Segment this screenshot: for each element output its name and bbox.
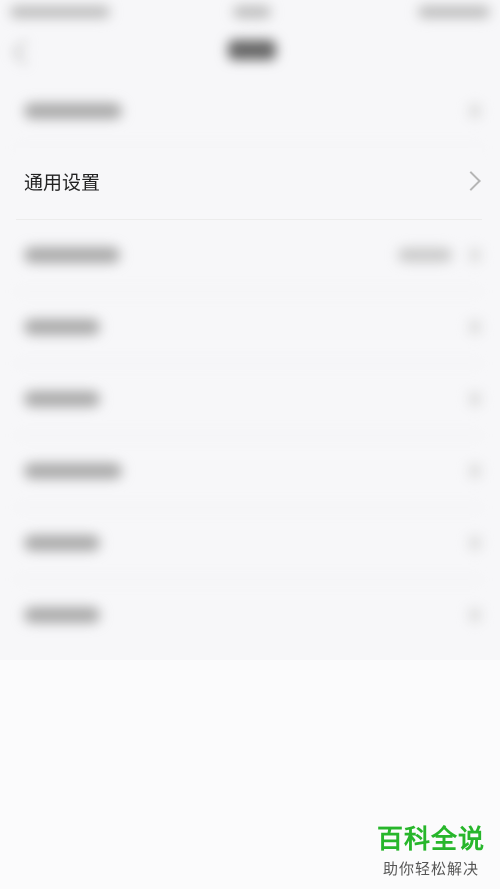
settings-row-label	[24, 319, 100, 335]
chevron-right-icon	[470, 536, 480, 550]
settings-row-6[interactable]	[16, 436, 482, 508]
battery-indicator	[418, 6, 490, 18]
settings-row-label	[24, 535, 100, 551]
settings-row-8[interactable]	[16, 580, 482, 652]
settings-row-label	[24, 247, 120, 263]
settings-row-5[interactable]	[16, 364, 482, 436]
settings-row-general[interactable]: 通用设置	[16, 148, 482, 220]
back-arrow-icon[interactable]	[12, 40, 37, 65]
nav-bar	[0, 30, 500, 74]
carrier-signal	[10, 6, 110, 18]
status-time	[233, 6, 271, 18]
watermark-tagline: 助你轻松解决	[382, 860, 479, 878]
settings-row-4[interactable]	[16, 292, 482, 364]
chevron-right-icon	[470, 248, 480, 262]
status-bar	[0, 0, 500, 26]
settings-row-label	[24, 391, 100, 407]
chevron-right-icon	[470, 608, 480, 622]
settings-list: 通用设置	[0, 76, 500, 652]
settings-row-label	[24, 103, 122, 119]
settings-row-1[interactable]	[16, 76, 482, 148]
chevron-right-icon	[461, 171, 481, 191]
settings-row-7[interactable]	[16, 508, 482, 580]
chevron-right-icon	[470, 104, 480, 118]
settings-row-label	[24, 607, 100, 623]
settings-row-3[interactable]	[16, 220, 482, 292]
settings-row-label	[24, 463, 122, 479]
watermark: 百科全说 助你轻松解决	[376, 819, 486, 879]
chevron-right-icon	[470, 320, 480, 334]
page-title	[228, 40, 276, 60]
chevron-right-icon	[470, 392, 480, 406]
settings-row-label-general: 通用设置	[24, 172, 101, 194]
watermark-brand: 百科全说	[376, 825, 485, 855]
chevron-right-icon	[470, 464, 480, 478]
settings-row-value	[398, 248, 452, 262]
